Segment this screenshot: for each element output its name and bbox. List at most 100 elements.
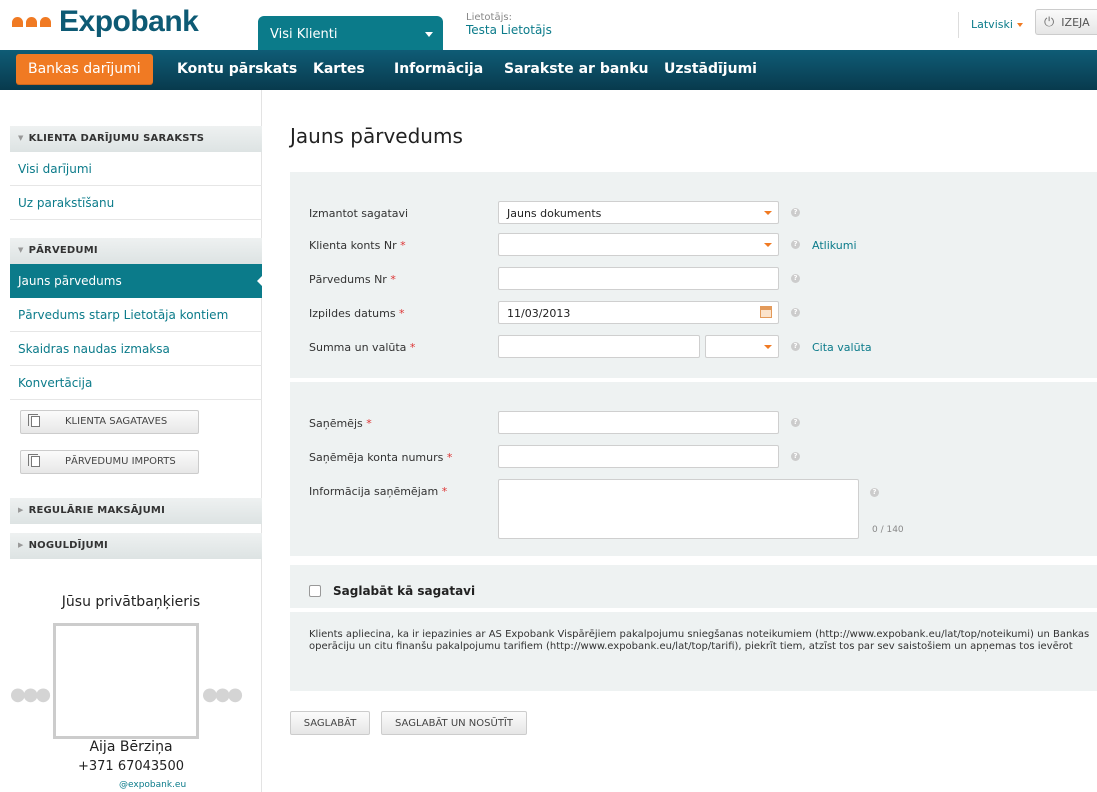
beneficiary-label: Saņēmējs * (309, 417, 372, 430)
sidebar-item-cash-withdrawal[interactable]: Skaidras naudas izmaksa (10, 332, 262, 366)
terms-notice: Klients apliecina, ka ir iepazinies ar A… (309, 629, 1090, 652)
button-label: PĀRVEDUMU IMPORTS (65, 456, 176, 467)
user-label: Lietotājs: (466, 12, 512, 23)
transfer-no-input[interactable] (498, 267, 779, 290)
nav-sarakste[interactable]: Sarakste ar banku (504, 50, 649, 90)
sidebar-item-new-transfer[interactable]: Jauns pārvedums (10, 264, 263, 298)
sidebar-section-transactions[interactable]: ▼ KLIENTA DARĪJUMU SARAKSTS (10, 126, 262, 152)
client-templates-button[interactable]: KLIENTA SAGATAVES (20, 410, 199, 434)
exec-date-label: Izpildes datums * (309, 307, 405, 320)
save-button[interactable]: SAGLABĀT (290, 711, 370, 735)
save-template-checkbox[interactable] (309, 585, 321, 597)
help-icon[interactable]: ? (791, 418, 800, 427)
currency-select[interactable] (705, 335, 779, 358)
section-title: NOGULDĪJUMI (28, 540, 108, 551)
account-select[interactable] (498, 233, 779, 256)
help-icon[interactable]: ? (791, 274, 800, 283)
calendar-icon[interactable] (760, 306, 772, 318)
label-text: Klienta konts Nr (309, 239, 397, 252)
notice-panel: Klients apliecina, ka ir iepazinies ar A… (290, 612, 1097, 691)
sidebar-section-deposits[interactable]: ▶ NOGULDĪJUMI (10, 533, 262, 559)
required-mark: * (446, 451, 453, 464)
label-text: Izmantot sagatavi (309, 207, 409, 220)
required-mark: * (399, 307, 405, 320)
help-icon[interactable]: ? (791, 452, 800, 461)
help-icon[interactable]: ? (791, 208, 800, 217)
balances-link[interactable]: Atlikumi (812, 239, 857, 252)
help-icon[interactable]: ? (791, 342, 800, 351)
transfer-no-label: Pārvedums Nr * (309, 273, 396, 286)
decorative-logo-mark-icon: ●●● (202, 684, 243, 705)
sidebar-item-conversion[interactable]: Konvertācija (10, 366, 262, 400)
active-notch (257, 275, 263, 287)
banker-photo (53, 623, 199, 739)
nav-bankas-darijumi[interactable]: Bankas darījumi (16, 54, 153, 85)
header: Expobank Visi Klienti Lietotājs: Testa L… (0, 0, 1097, 50)
transfer-import-button[interactable]: PĀRVEDUMU IMPORTS (20, 450, 199, 474)
help-icon[interactable]: ? (791, 308, 800, 317)
chevron-down-icon (764, 243, 772, 247)
required-mark: * (409, 341, 416, 354)
nav-kartes[interactable]: Kartes (313, 50, 365, 90)
banker-phone: +371 67043500 (77, 759, 184, 774)
brand-name: Expobank (59, 5, 199, 38)
logout-label: IZEJA (1061, 16, 1090, 29)
client-select-value: Visi Klienti (270, 27, 338, 42)
section-title: REGULĀRIE MAKSĀJUMI (28, 505, 165, 516)
nav-uzstadijumi[interactable]: Uzstādījumi (664, 50, 757, 90)
sidebar-item-all-transactions[interactable]: Visi darījumi (10, 152, 262, 186)
language-value: Latviski (971, 18, 1013, 31)
button-label: KLIENTA SAGATAVES (65, 416, 168, 427)
template-value: Jauns dokuments (507, 207, 602, 220)
exec-date-input[interactable]: 11/03/2013 (498, 301, 779, 324)
save-and-send-button[interactable]: SAGLABĀT UN NOSŪTĪT (381, 711, 527, 735)
logo-mark-icon (12, 17, 51, 27)
label-text: Saņēmēja konta numurs (309, 451, 444, 464)
decorative-logo-mark-icon: ●●● (10, 684, 51, 705)
beneficiary-account-input[interactable] (498, 445, 779, 468)
required-mark: * (366, 417, 372, 430)
user-name[interactable]: Testa Lietotājs (466, 23, 552, 37)
section-title: KLIENTA DARĪJUMU SARAKSTS (28, 133, 205, 144)
power-icon: ⏻ (1044, 15, 1055, 30)
section-title: PĀRVEDUMI (28, 245, 98, 256)
triangle-right-icon: ▶ (18, 541, 24, 549)
beneficiary-info-label: Informācija saņēmējam * (309, 485, 447, 498)
help-icon[interactable]: ? (791, 240, 800, 249)
user-info: Lietotājs: Testa Lietotājs (466, 12, 552, 37)
required-mark: * (441, 485, 448, 498)
banker-email[interactable]: @expobank.eu (119, 780, 186, 790)
chevron-down-icon (764, 345, 772, 349)
beneficiary-info-textarea[interactable] (498, 479, 859, 539)
nav-informacija[interactable]: Informācija (394, 50, 483, 90)
template-label: Izmantot sagatavi (309, 207, 408, 220)
char-counter: 0 / 140 (872, 525, 904, 535)
save-template-label[interactable]: Saglabāt kā sagatavi (333, 584, 475, 598)
beneficiary-panel: Saņēmējs * ? Saņēmēja konta numurs * ? I… (290, 382, 1097, 556)
sidebar-item-to-sign[interactable]: Uz parakstīšanu (10, 186, 262, 220)
nav-kontu-parskats[interactable]: Kontu pārskats (177, 50, 297, 90)
sidebar-section-regular-payments[interactable]: ▶ REGULĀRIE MAKSĀJUMI (10, 498, 262, 524)
triangle-down-icon: ▼ (18, 134, 24, 142)
language-select[interactable]: Latviski (958, 12, 1023, 38)
banker-title: Jūsu privātbaņķieris (61, 594, 201, 610)
main-nav: Bankas darījumi Kontu pārskats Kartes In… (0, 50, 1097, 90)
sidebar-item-label: Jauns pārvedums (18, 274, 122, 288)
other-currency-link[interactable]: Cita valūta (812, 341, 872, 354)
document-copy-icon (28, 454, 40, 467)
label-text: Izpildes datums (309, 307, 396, 320)
template-select[interactable]: Jauns dokuments (498, 201, 779, 224)
logout-button[interactable]: ⏻ IZEJA (1035, 9, 1097, 35)
sidebar-item-own-accounts[interactable]: Pārvedums starp Lietotāja kontiem (10, 298, 262, 332)
amount-input[interactable] (498, 335, 700, 358)
required-mark: * (390, 273, 396, 286)
account-label: Klienta konts Nr * (309, 239, 406, 252)
document-copy-icon (28, 414, 40, 427)
help-icon[interactable]: ? (870, 488, 879, 497)
sidebar: ▼ KLIENTA DARĪJUMU SARAKSTS Visi darījumi… (0, 90, 263, 792)
beneficiary-input[interactable] (498, 411, 779, 434)
sidebar-section-transfers[interactable]: ▼ PĀRVEDUMI (10, 238, 262, 264)
label-text: Informācija saņēmējam (309, 485, 439, 498)
expobank-logo[interactable]: Expobank (12, 4, 199, 40)
client-select[interactable]: Visi Klienti (258, 16, 443, 50)
